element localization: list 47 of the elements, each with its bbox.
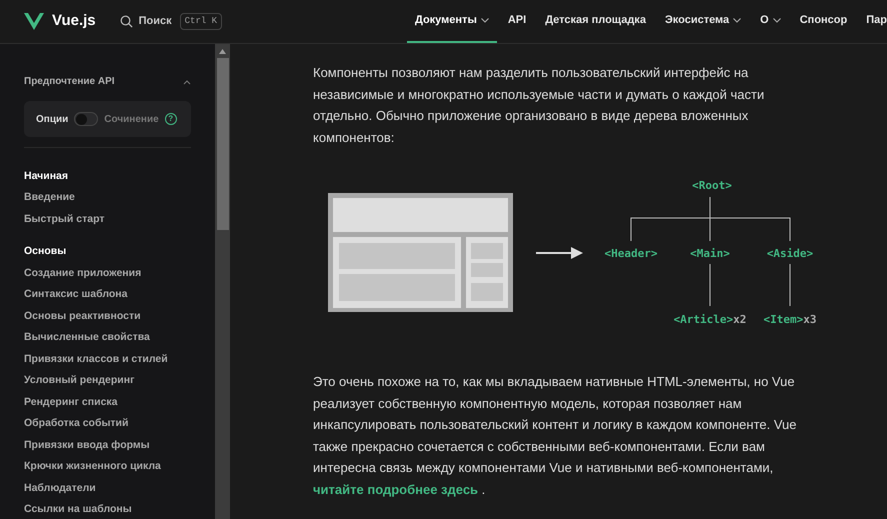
sidebar-link[interactable]: Крючки жизненного цикла [24, 459, 161, 476]
tag-label: <Header> [604, 247, 658, 260]
section-heading: Начиная [24, 168, 68, 184]
tag-label: <Aside> [766, 247, 814, 260]
sidebar-link[interactable]: Синтаксис шаблона [24, 287, 128, 304]
section-heading: Основы [24, 244, 66, 260]
sidebar-link[interactable]: Основы реактивности [24, 308, 141, 325]
tag-label: <Article>x2 [674, 313, 746, 326]
read-more-link[interactable]: читайте подробнее здесь [313, 482, 478, 496]
tag-label: <Root> [692, 179, 732, 192]
option-label[interactable]: Опции [36, 112, 68, 126]
option-label[interactable]: Сочинение [104, 112, 159, 126]
nav-link[interactable]: О [760, 0, 781, 43]
scrollbar-thumb[interactable] [216, 58, 228, 230]
arrow-icon [536, 247, 583, 259]
sidebar-link[interactable]: Привязки ввода формы [24, 438, 150, 454]
caret-icon[interactable] [183, 78, 191, 84]
sidebar-link[interactable]: Привязки классов и стилей [24, 352, 168, 368]
nav-link[interactable]: API [508, 0, 526, 43]
logo-icon [24, 13, 44, 30]
site-title[interactable]: Vue.js [52, 10, 96, 33]
section-title: Предпочтение API [24, 75, 115, 89]
sidebar-link[interactable]: Введение [24, 190, 75, 206]
search-button[interactable]: Поиск [120, 13, 172, 30]
sidebar-link[interactable]: Быстрый старт [24, 212, 104, 228]
tag-label: <Main> [690, 247, 730, 260]
api-toggle[interactable] [74, 112, 98, 126]
search-icon [120, 15, 133, 28]
nav-link[interactable]: Пар [866, 0, 887, 43]
sidebar-link[interactable]: Вычисленные свойства [24, 330, 150, 346]
sidebar-link[interactable]: Рендеринг списка [24, 394, 118, 411]
scroll-up-icon[interactable] [219, 49, 226, 54]
punctuation: . [482, 482, 486, 496]
scrollbar[interactable] [215, 44, 230, 519]
body-paragraph: Это очень похоже на то, как мы вкладываем нативные HTML-элементы, но Vue реализует собственную компонентную модель, которая позволяет нам инкапсулировать пользовательский контент и логику в каждом компоненте. Vue также прекрасно сочетается с собственными веб-компонентами. Если вам интересна связь между компонентами Vue и нативными веб-компонентами, читайте подробнее здесь . [313, 373, 798, 499]
intro-paragraph: Компоненты позволяют нам разделить пользовательский интерфейс на независимые и многократно используемые части и думать о каждой части отдельно. Обычно приложение организовано в виде дерева вложенных компонентов: [313, 64, 766, 146]
sidebar-link[interactable]: Ссылки на шаблоны [24, 502, 132, 518]
sidebar-link[interactable]: Обработка событий [24, 416, 128, 432]
nav-link[interactable]: Детская площадка [545, 0, 646, 43]
help-icon[interactable]: ? [164, 113, 177, 125]
nav-link[interactable]: Экосистема [664, 0, 742, 43]
nav-link[interactable]: Спонсор [800, 0, 848, 43]
sidebar-link[interactable]: Наблюдатели [24, 480, 96, 497]
sidebar-link[interactable]: Создание приложения [24, 266, 142, 282]
shortcut-key: Ctrl K [180, 12, 222, 30]
tag-label: <Item>x3 [764, 313, 816, 326]
sidebar-link[interactable]: Условный рендеринг [24, 373, 134, 390]
